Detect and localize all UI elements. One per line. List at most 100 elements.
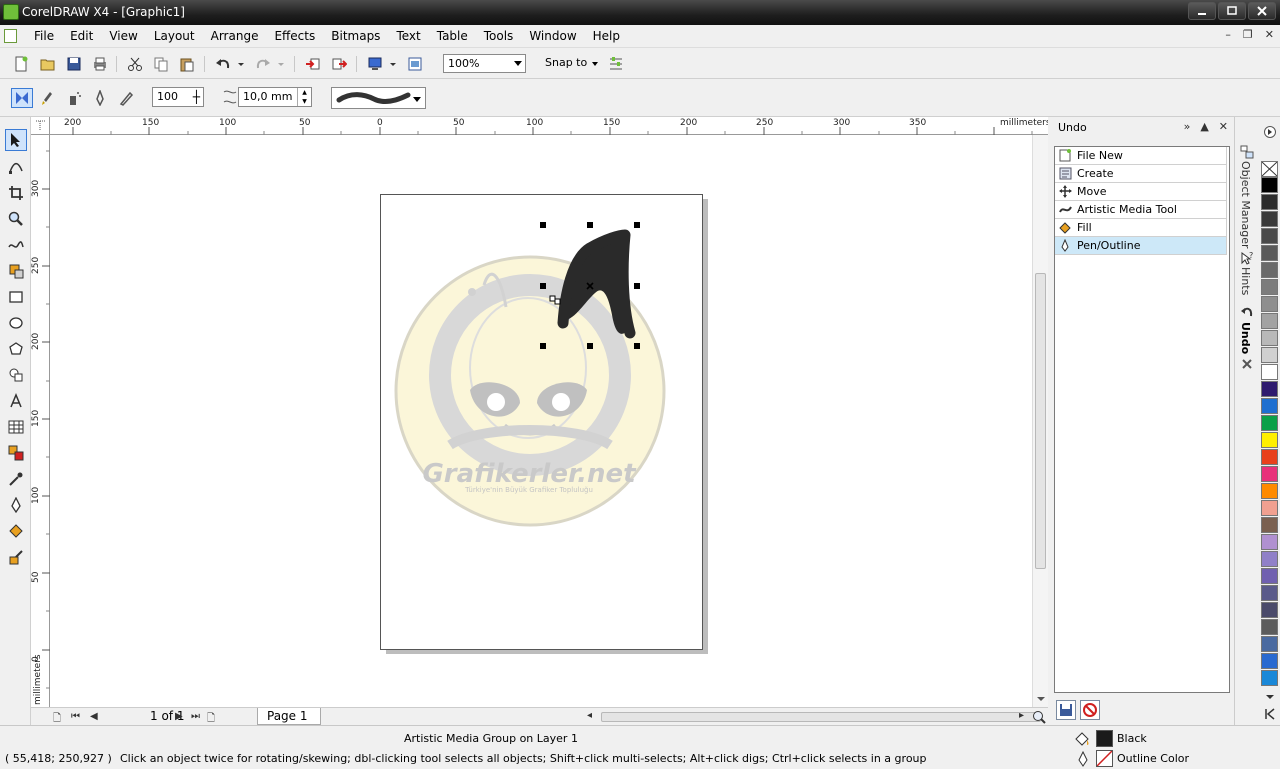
menu-window[interactable]: Window [521,25,584,47]
docker-expand-icon[interactable]: » [1184,120,1191,133]
doc-minimize-icon[interactable]: – [1225,28,1231,41]
doc-restore-icon[interactable]: ❐ [1243,28,1253,41]
scroll-left-icon[interactable]: ◂ [587,710,592,721]
color-swatch[interactable] [1261,228,1278,244]
doc-close-icon[interactable]: ✕ [1265,28,1274,41]
page-tab[interactable]: Page 1 [257,708,321,725]
minimize-button[interactable] [1188,2,1216,20]
close-button[interactable] [1248,2,1276,20]
eyedropper-tool-icon[interactable] [5,468,27,490]
color-swatch[interactable] [1261,483,1278,499]
options-icon[interactable] [607,55,625,73]
drawing-workspace[interactable]: Grafikerler.net Türkiye'nin Büyük Grafik… [50,135,1032,707]
crop-tool-icon[interactable] [5,182,27,204]
vertical-ruler[interactable]: 300 250 200 150 100 50 0 millimeters [31,135,50,707]
rectangle-tool-icon[interactable] [5,286,27,308]
print-icon[interactable] [91,55,109,73]
undo-item-move[interactable]: Move [1055,183,1227,201]
shape-tool-icon[interactable] [5,156,27,178]
color-swatch-black[interactable] [1261,177,1278,193]
table-tool-icon[interactable] [5,416,27,438]
menu-edit[interactable]: Edit [62,25,101,47]
undo-item-artistic-media[interactable]: Artistic Media Tool [1055,201,1227,219]
undo-item-create[interactable]: Create [1055,165,1227,183]
clear-undo-list-button[interactable] [1080,700,1100,720]
menu-bitmaps[interactable]: Bitmaps [323,25,388,47]
close-tab-icon[interactable] [1240,357,1254,371]
outline-pen-icon[interactable] [1076,751,1090,767]
palette-flyout-icon[interactable] [1260,707,1280,721]
brush-mode-button[interactable] [37,88,59,108]
color-swatch[interactable] [1261,602,1278,618]
color-swatch[interactable] [1261,466,1278,482]
menu-effects[interactable]: Effects [266,25,323,47]
stroke-width-input[interactable]: 10,0 mm ▲ ▼ [238,87,312,107]
color-swatch[interactable] [1261,670,1278,686]
drawing-canvas[interactable]: Grafikerler.net Türkiye'nin Büyük Grafik… [50,135,1032,707]
first-page-icon[interactable]: ⏮ [71,711,80,722]
undo-item-fill[interactable]: Fill [1055,219,1227,237]
slider-icon[interactable]: ┼ [193,88,200,106]
color-swatch[interactable] [1261,534,1278,550]
preset-mode-button[interactable] [11,88,33,108]
undo-item-file-new[interactable]: File New [1055,147,1227,165]
previous-page-icon[interactable]: ◀ [90,711,98,722]
polygon-tool-icon[interactable] [5,338,27,360]
menu-file[interactable]: File [26,25,62,47]
welcome-screen-icon[interactable] [406,55,424,73]
color-swatch[interactable] [1261,313,1278,329]
paste-icon[interactable] [178,55,196,73]
snap-to-dropdown-icon[interactable] [592,62,598,66]
save-undo-list-button[interactable] [1056,700,1076,720]
calligraphic-mode-button[interactable] [89,88,111,108]
no-color-swatch[interactable] [1261,161,1278,177]
ruler-origin[interactable] [31,117,50,135]
vertical-scrollbar[interactable] [1032,135,1048,707]
next-page-icon[interactable]: ▶ [175,711,183,722]
export-icon[interactable] [330,55,348,73]
menu-arrange[interactable]: Arrange [203,25,267,47]
menu-table[interactable]: Table [429,25,476,47]
restore-button[interactable] [1218,2,1246,20]
color-swatch[interactable] [1261,551,1278,567]
color-swatch[interactable] [1261,194,1278,210]
color-swatch[interactable] [1261,619,1278,635]
scroll-right-icon[interactable]: ▸ [1019,710,1024,721]
color-swatch[interactable] [1261,381,1278,397]
zoom-level-select[interactable]: 100% [443,54,526,73]
navigator-zoom-icon[interactable] [1032,710,1046,724]
tab-object-manager[interactable]: Object Manager [1239,161,1252,249]
fill-color-swatch[interactable] [1096,730,1113,747]
menu-tools[interactable]: Tools [476,25,522,47]
docker-close-icon[interactable]: ✕ [1219,120,1228,133]
undo-dropdown-icon[interactable] [236,55,246,73]
horizontal-scrollbar[interactable]: ◂ [585,710,1045,724]
interactive-fill-tool-icon[interactable] [5,546,27,568]
menu-text[interactable]: Text [388,25,428,47]
color-swatch[interactable] [1261,653,1278,669]
docker-collapse-icon[interactable]: ▲ [1200,120,1208,133]
color-swatch[interactable] [1261,415,1278,431]
pick-tool-icon[interactable] [5,129,27,151]
launcher-dropdown-icon[interactable] [388,55,398,73]
color-swatch[interactable] [1261,330,1278,346]
fill-tool-icon[interactable] [5,520,27,542]
redo-dropdown-icon[interactable] [276,55,286,73]
color-swatch[interactable] [1261,585,1278,601]
new-document-icon[interactable] [12,55,30,73]
menu-help[interactable]: Help [585,25,628,47]
color-swatch[interactable] [1261,500,1278,516]
tab-undo[interactable]: Undo [1239,322,1252,354]
undo-list[interactable]: File New Create Move Artistic Media Tool… [1054,146,1230,693]
import-icon[interactable] [304,55,322,73]
cut-icon[interactable] [126,55,144,73]
color-swatch[interactable] [1261,432,1278,448]
snap-to-button[interactable]: Snap to [545,56,587,69]
coreldraw-app-icon[interactable] [3,4,19,20]
color-swatch[interactable] [1261,517,1278,533]
basic-shapes-tool-icon[interactable] [5,364,27,386]
tab-hints[interactable]: Hints [1239,267,1252,295]
palette-scroll-down-icon[interactable] [1260,692,1280,702]
smoothing-input[interactable]: 100 ┼ [152,87,204,107]
color-swatch[interactable] [1261,347,1278,363]
